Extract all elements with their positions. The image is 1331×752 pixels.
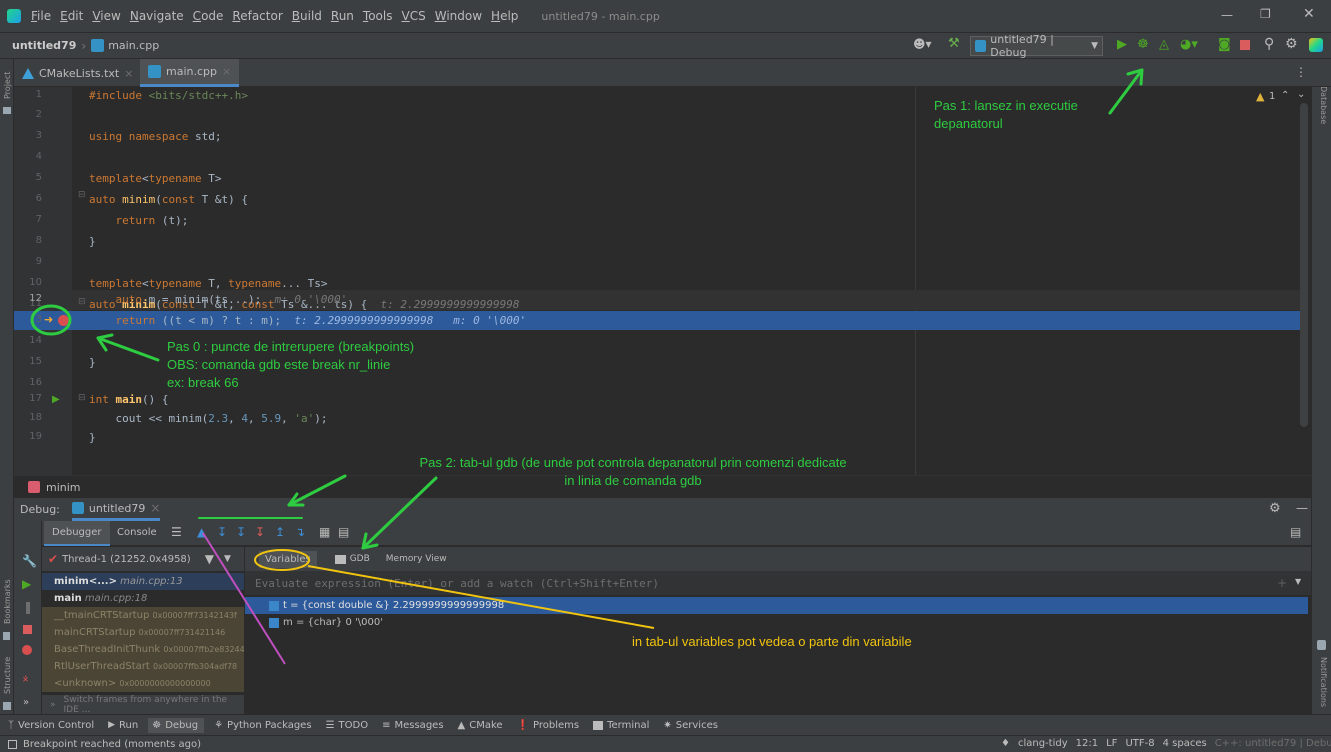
arrow-to-gdb-tab	[361, 476, 438, 550]
annotation-arrows	[30, 68, 1144, 665]
arrow-to-debug-button	[1108, 68, 1144, 115]
purple-marker-line	[202, 532, 286, 665]
circle-breakpoint	[30, 304, 72, 336]
line-to-variables-note	[307, 565, 655, 629]
arrow-to-debug-toolbar	[287, 474, 347, 507]
circle-variables-tab	[254, 549, 310, 571]
